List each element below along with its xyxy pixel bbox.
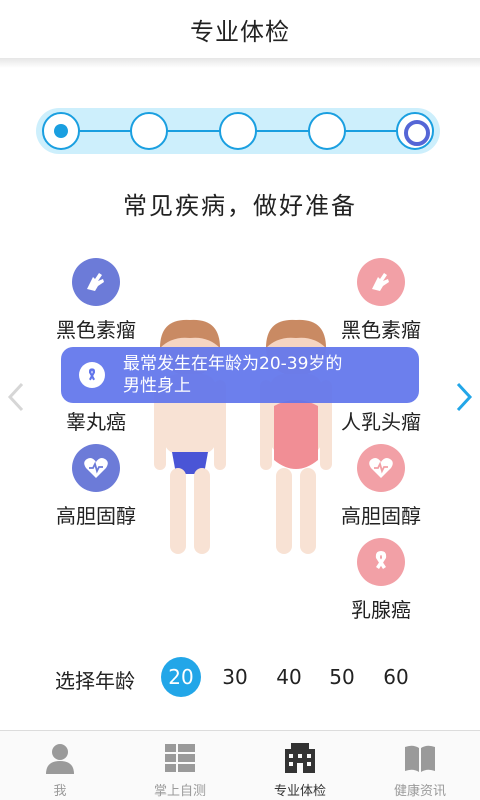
tooltip-line-2: 男性身上 bbox=[123, 376, 191, 396]
step-4[interactable] bbox=[308, 112, 346, 150]
tab-label: 专业体检 bbox=[273, 784, 326, 799]
app-header: 专业体检 bbox=[0, 0, 480, 58]
chevron-right-icon[interactable] bbox=[450, 380, 476, 414]
ribbon-icon bbox=[357, 538, 405, 586]
tooltip-text: 最常发生在年龄为20-39岁的 男性身上 bbox=[123, 353, 342, 397]
tab-label: 我 bbox=[53, 784, 67, 799]
header-shadow bbox=[0, 58, 480, 68]
step-3[interactable] bbox=[219, 112, 257, 150]
age-option-40[interactable]: 40 bbox=[268, 657, 310, 697]
disease-female-cholesterol[interactable]: 高胆固醇 bbox=[326, 444, 436, 529]
ribbon-icon bbox=[79, 362, 105, 388]
age-option-20[interactable]: 20 bbox=[161, 657, 201, 697]
age-option-50[interactable]: 50 bbox=[321, 657, 363, 697]
heart-icon bbox=[72, 444, 120, 492]
tab-professional-checkup[interactable]: 专业体检 bbox=[240, 731, 360, 800]
tooltip-line-1: 最常发生在年龄为20-39岁的 bbox=[123, 354, 343, 374]
disease-label: 黑色素瘤 bbox=[341, 318, 421, 342]
progress-stepper bbox=[36, 108, 440, 154]
disease-female-melanoma[interactable]: 黑色素瘤 bbox=[326, 258, 436, 343]
age-option-30[interactable]: 30 bbox=[214, 657, 256, 697]
section-headline: 常见疾病，做好准备 bbox=[123, 192, 357, 220]
disease-female-breast-cancer[interactable]: 乳腺癌 bbox=[326, 538, 436, 623]
person-icon bbox=[46, 744, 74, 774]
chevron-left-icon[interactable] bbox=[4, 380, 30, 414]
tab-label: 掌上自测 bbox=[153, 784, 206, 799]
book-icon bbox=[405, 745, 435, 772]
list-icon bbox=[165, 744, 195, 772]
tab-health-news[interactable]: 健康资讯 bbox=[360, 731, 480, 800]
step-2[interactable] bbox=[130, 112, 168, 150]
page-title: 专业体检 bbox=[190, 17, 290, 46]
disease-label: 睾丸癌 bbox=[66, 410, 126, 434]
bottom-tab-bar: 我 掌上自测 专业体检 健康资讯 bbox=[0, 730, 480, 800]
step-5[interactable] bbox=[396, 112, 434, 150]
tab-me[interactable]: 我 bbox=[0, 731, 120, 800]
disease-label: 乳腺癌 bbox=[351, 598, 411, 622]
tab-self-test[interactable]: 掌上自测 bbox=[120, 731, 240, 800]
disease-label: 黑色素瘤 bbox=[56, 318, 136, 342]
age-label: 选择年龄 bbox=[55, 669, 135, 693]
disease-label: 高胆固醇 bbox=[341, 504, 421, 528]
hand-icon bbox=[72, 258, 120, 306]
hand-icon bbox=[357, 258, 405, 306]
age-selector: 选择年龄 20 30 40 50 60 bbox=[0, 657, 480, 697]
step-1[interactable] bbox=[42, 112, 80, 150]
tab-label: 健康资讯 bbox=[393, 784, 446, 799]
age-option-60[interactable]: 60 bbox=[375, 657, 417, 697]
disease-male-melanoma[interactable]: 黑色素瘤 bbox=[41, 258, 151, 343]
disease-tooltip[interactable]: 最常发生在年龄为20-39岁的 男性身上 bbox=[61, 347, 419, 403]
disease-label: 人乳头瘤 bbox=[341, 410, 421, 434]
hospital-icon bbox=[285, 743, 315, 773]
heart-icon bbox=[357, 444, 405, 492]
disease-male-cholesterol[interactable]: 高胆固醇 bbox=[41, 444, 151, 529]
disease-label: 高胆固醇 bbox=[56, 504, 136, 528]
